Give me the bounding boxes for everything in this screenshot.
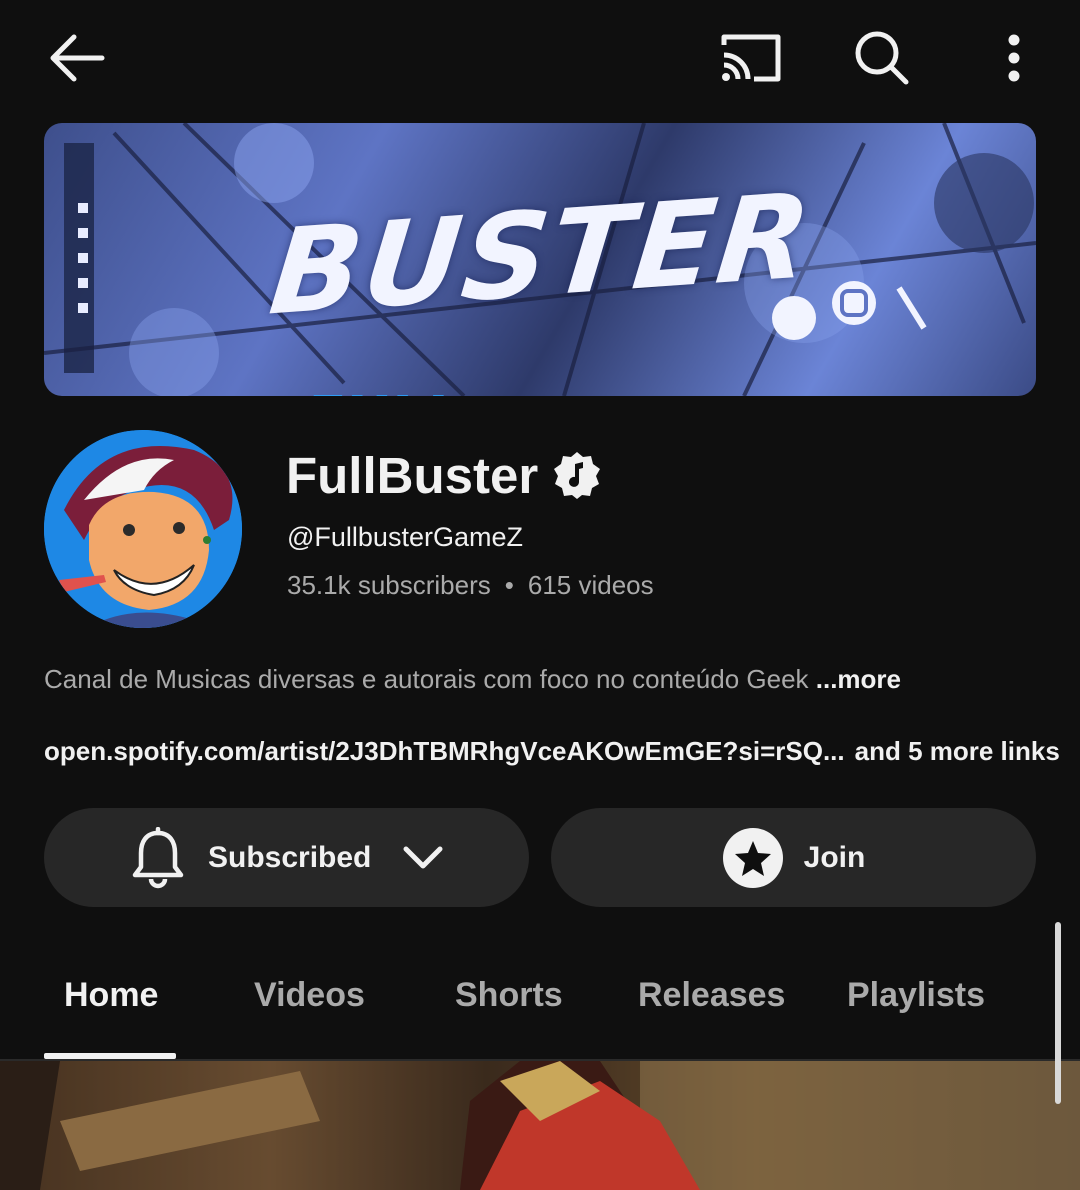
more-options-button[interactable] (990, 22, 1038, 94)
subscriber-count: 35.1k subscribers (287, 570, 491, 600)
tab-releases[interactable]: Releases (638, 976, 785, 1015)
thumbnail-artwork (0, 1061, 1080, 1190)
join-button[interactable]: Join (551, 808, 1036, 907)
channel-name: FullBuster (286, 447, 539, 504)
cast-button[interactable] (712, 24, 788, 92)
search-button[interactable] (846, 22, 918, 94)
more-vert-icon (1008, 34, 1020, 82)
subscribed-label: Subscribed (208, 840, 372, 874)
join-label: Join (803, 840, 866, 874)
tab-videos[interactable]: Videos (254, 976, 365, 1015)
bell-icon (132, 826, 184, 888)
star-icon (722, 827, 783, 888)
description-text: Canal de Musicas diversas e autorais com… (44, 664, 809, 694)
channel-banner: FULL BUSTER (44, 123, 1036, 396)
video-count: 615 videos (527, 570, 654, 600)
back-button[interactable] (40, 24, 112, 92)
more-links[interactable]: and 5 more links (855, 736, 1060, 766)
banner-subtitle: FULL (293, 385, 462, 396)
chevron-down-icon (403, 846, 443, 868)
channel-avatar[interactable] (44, 430, 242, 628)
featured-video-thumbnail[interactable] (0, 1061, 1080, 1190)
channel-description[interactable]: Canal de Musicas diversas e autorais com… (44, 664, 901, 695)
channel-links[interactable]: open.spotify.com/artist/2J3DhTBMRhgVceAK… (44, 736, 1060, 767)
back-arrow-icon (50, 34, 105, 82)
avatar-illustration (44, 430, 242, 628)
tab-playlists[interactable]: Playlists (847, 976, 985, 1015)
stats-separator: • (504, 570, 514, 600)
cast-icon (721, 34, 781, 82)
channel-handle: @FullbusterGameZ (287, 522, 523, 552)
search-icon (855, 31, 909, 85)
channel-tabs: Home Videos Shorts Releases Playlists (0, 940, 1080, 1060)
channel-stats: 35.1k subscribers • 615 videos (287, 570, 654, 601)
tab-home[interactable]: Home (64, 976, 158, 1015)
description-more-link[interactable]: ...more (816, 664, 901, 694)
top-app-bar (0, 0, 1080, 118)
scrollbar[interactable] (1055, 922, 1061, 1104)
subscribed-button[interactable]: Subscribed (44, 808, 529, 907)
tab-shorts[interactable]: Shorts (455, 976, 563, 1015)
music-note-verified-icon (554, 452, 600, 499)
primary-link[interactable]: open.spotify.com/artist/2J3DhTBMRhgVceAK… (44, 736, 845, 766)
